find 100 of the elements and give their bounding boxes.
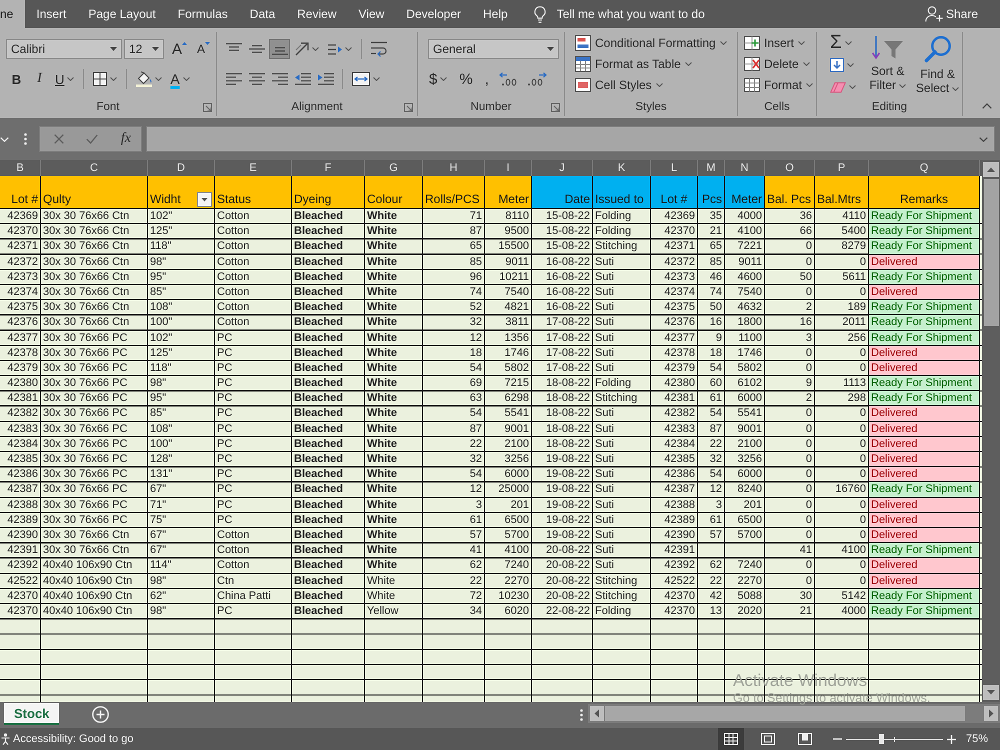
more-icon[interactable]	[580, 709, 583, 721]
chevron-down-icon[interactable]	[979, 136, 988, 142]
scroll-right-icon[interactable]	[984, 706, 998, 721]
filter-dropdown-icon[interactable]	[197, 192, 212, 207]
ribbon-tab[interactable]: Developer	[395, 0, 472, 28]
text-direction-icon	[327, 44, 342, 54]
normal-view-button[interactable]	[718, 728, 744, 750]
vertical-scrollbar[interactable]	[982, 160, 1000, 702]
shrink-font-button[interactable]: A	[194, 39, 214, 59]
status-cell: Delivered	[869, 528, 980, 544]
sheet-tab[interactable]: Stock	[4, 703, 60, 725]
ribbon-tab[interactable]: Data	[238, 0, 286, 28]
tell-me-search[interactable]: Tell me what you want to do	[534, 0, 705, 28]
ribbon-tab[interactable]: ne	[0, 0, 26, 28]
insert-button[interactable]: Insert	[744, 32, 816, 53]
ribbon-tab[interactable]: Insert	[25, 0, 78, 28]
currency-button[interactable]: $	[424, 69, 452, 89]
table-cell: 0	[765, 574, 815, 589]
lightbulb-icon	[534, 6, 546, 22]
percent-button[interactable]: %	[454, 69, 478, 89]
chevron-up-icon[interactable]	[982, 103, 992, 109]
minus-icon[interactable]	[832, 738, 842, 740]
caret-icon	[806, 82, 814, 86]
table-cell: 1356	[485, 330, 532, 346]
table-cell: PC	[215, 346, 292, 361]
table-cell: 42370	[0, 224, 41, 240]
scroll-left-icon[interactable]	[590, 706, 604, 721]
share-button[interactable]: Share	[924, 0, 978, 28]
table-cell: 0	[765, 239, 815, 255]
underline-button[interactable]: U	[52, 69, 78, 89]
status-cell: Delivered	[869, 254, 980, 270]
more-icon[interactable]	[24, 133, 27, 145]
scroll-down-icon[interactable]	[983, 685, 999, 700]
table-cell: 52	[423, 300, 485, 316]
table-cell: 32	[698, 452, 725, 468]
number-format-dropdown[interactable]: General	[428, 39, 559, 59]
plus-icon[interactable]	[946, 734, 956, 744]
formula-input[interactable]	[146, 126, 995, 152]
dialog-launcher-icon[interactable]	[551, 103, 560, 112]
table-cell: 46	[698, 270, 725, 285]
conditional-formatting-button[interactable]: Conditional Formatting	[575, 32, 737, 53]
comma-style-button[interactable]: ,	[480, 69, 494, 89]
dialog-launcher-icon[interactable]	[404, 103, 413, 112]
group-label: Cells	[764, 101, 790, 113]
caret-icon	[547, 47, 554, 51]
insert-function-button[interactable]: fx	[120, 131, 131, 147]
ribbon-tab[interactable]: Review	[286, 0, 348, 28]
cell-styles-button[interactable]: Cell Styles	[575, 74, 737, 95]
table-cell: 19-08-22	[532, 528, 593, 544]
table-cell: Suti	[593, 452, 651, 468]
delete-button[interactable]: Delete	[744, 53, 816, 74]
slider-thumb[interactable]	[879, 734, 884, 744]
wrap-text-button[interactable]	[368, 39, 389, 59]
ribbon-tab[interactable]: Help	[472, 0, 519, 28]
table-cell: 67"	[148, 528, 215, 544]
bottom-align-button[interactable]	[269, 39, 290, 59]
font-size-dropdown[interactable]: 12	[124, 39, 164, 59]
bold-button[interactable]: B	[6, 69, 27, 89]
scroll-thumb[interactable]	[984, 179, 998, 326]
tick-mark-icon	[894, 736, 895, 742]
caret-icon	[67, 77, 74, 81]
grow-font-button[interactable]: A	[169, 39, 190, 59]
zoom-level[interactable]: 75%	[966, 733, 988, 745]
table-cell: 34	[423, 604, 485, 620]
table-cell: 16-08-22	[532, 254, 593, 270]
ribbon-tab[interactable]: View	[348, 0, 396, 28]
find-select-button[interactable]: Find & Select	[913, 32, 962, 98]
ribbon-tab[interactable]: Page Layout	[77, 0, 167, 28]
table-cell: Bleached	[292, 254, 365, 270]
table-cell: 57	[698, 528, 725, 544]
group-label: Number	[470, 101, 512, 113]
horizontal-scrollbar[interactable]	[588, 704, 1000, 723]
table-cell: 17-08-22	[532, 346, 593, 361]
table-cell: 72	[423, 588, 485, 604]
status-cell: Ready For Shipment	[869, 300, 980, 316]
autosum-button[interactable]: Σ	[829, 32, 862, 54]
table-cell: Bleached	[292, 467, 365, 482]
table-cell: 17-08-22	[532, 360, 593, 376]
table-cell: Stitching	[593, 239, 651, 255]
table-cell: 12	[423, 330, 485, 346]
format-as-table-button[interactable]: Format as Table	[575, 53, 737, 74]
scroll-thumb[interactable]	[605, 706, 965, 721]
scroll-up-icon[interactable]	[983, 162, 999, 177]
table-cell: 3	[765, 330, 815, 346]
increase-indent-icon	[318, 73, 334, 85]
decrease-indent-icon	[294, 73, 310, 85]
font-name-dropdown[interactable]: Calibri	[6, 39, 122, 59]
table-cell: PC	[215, 467, 292, 482]
table-cell: Bleached	[292, 209, 365, 224]
table-cell: 42380	[651, 376, 698, 392]
sort-filter-button[interactable]: Sort & Filter	[865, 32, 910, 98]
check-icon[interactable]	[86, 134, 98, 144]
font-color-button[interactable]: A	[167, 69, 193, 89]
merge-center-button[interactable]	[349, 69, 383, 89]
dialog-launcher-icon[interactable]	[203, 103, 212, 112]
italic-button[interactable]: I	[29, 69, 50, 89]
ribbon-tab[interactable]: Formulas	[166, 0, 239, 28]
table-cell: 61	[423, 512, 485, 528]
add-icon[interactable]	[92, 706, 110, 723]
format-button[interactable]: Format	[744, 74, 816, 95]
